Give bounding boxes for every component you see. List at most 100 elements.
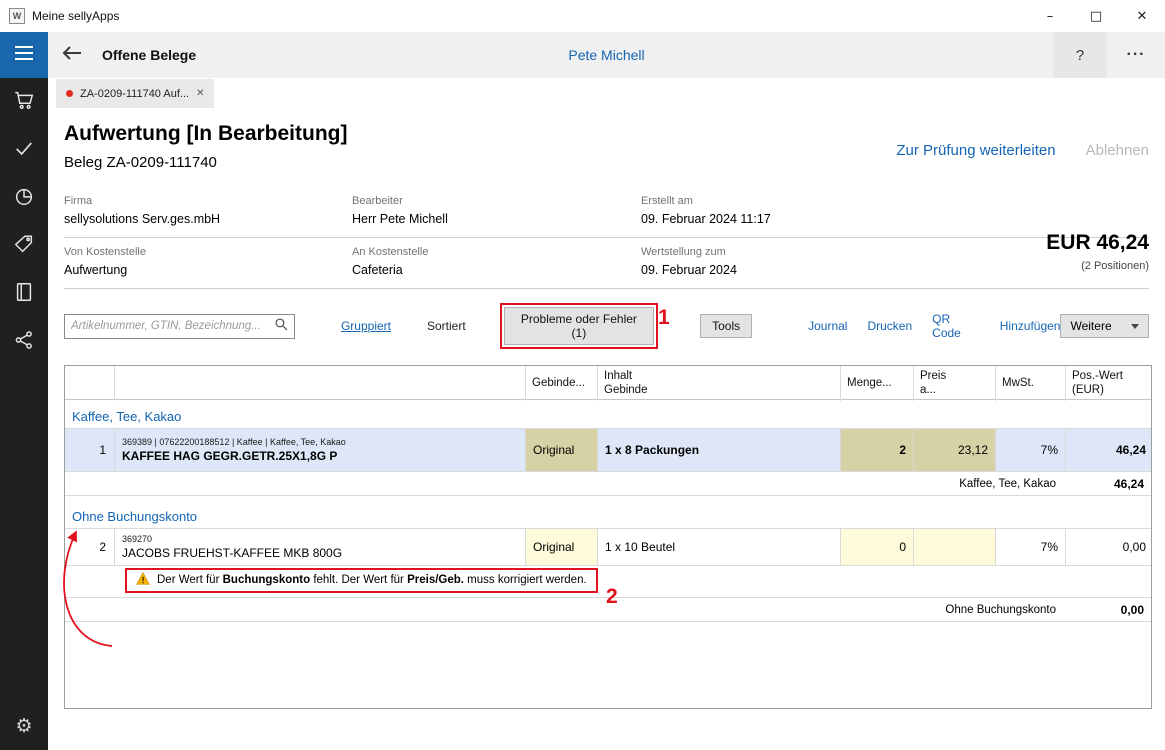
document-content: Aufwertung [In Bearbeitung] Zur Prüfung … — [48, 122, 1165, 709]
journal-link[interactable]: Journal — [808, 319, 847, 333]
user-name[interactable]: Pete Michell — [48, 47, 1165, 63]
hinzufuegen-link[interactable]: Hinzufügen — [1000, 319, 1061, 333]
header-description — [115, 366, 526, 401]
article-name: KAFFEE HAG GEGR.GETR.25X1,8G P — [122, 449, 518, 463]
book-icon — [13, 281, 35, 308]
sidebar-item-journal[interactable] — [0, 270, 48, 318]
cell-menge[interactable]: 0 — [841, 529, 914, 565]
hamburger-menu-button[interactable] — [0, 32, 48, 78]
info-row-1: Firma sellysolutions Serv.ges.mbH Bearbe… — [64, 187, 1149, 238]
field-firma: Firma sellysolutions Serv.ges.mbH — [64, 195, 352, 226]
header-number — [65, 366, 115, 401]
field-label: Von Kostenstelle — [64, 246, 352, 258]
field-label: Bearbeiter — [352, 195, 641, 207]
tab-close-icon[interactable]: ✕ — [196, 88, 204, 99]
subtotal-value: 0,00 — [1064, 603, 1151, 617]
field-value: sellysolutions Serv.ges.mbH — [64, 212, 352, 226]
annotation-box-2: Der Wert für Buchungskonto fehlt. Der We… — [125, 568, 598, 593]
sortiert-toggle[interactable]: Sortiert — [427, 319, 466, 333]
page-title: Offene Belege — [102, 47, 196, 63]
cell-pos-wert: 46,24 — [1066, 429, 1153, 471]
table-row[interactable]: 2 369270 JACOBS FRUEHST-KAFFEE MKB 800G … — [65, 529, 1151, 566]
gruppiert-link[interactable]: Gruppiert — [341, 319, 391, 333]
sidebar-item-cart[interactable] — [0, 78, 48, 126]
row-description: 369389 | 07622200188512 | Kaffee | Kaffe… — [115, 429, 526, 471]
forward-for-review-link[interactable]: Zur Prüfung weiterleiten — [896, 142, 1055, 159]
checkmark-icon — [13, 137, 35, 164]
cell-preis[interactable]: 23,12 — [914, 429, 996, 471]
weitere-label: Weitere — [1070, 319, 1111, 333]
field-von-kostenstelle: Von Kostenstelle Aufwertung — [64, 246, 352, 277]
cell-inhalt: 1 x 8 Packungen — [598, 429, 841, 471]
info-row-2: Von Kostenstelle Aufwertung An Kostenste… — [64, 238, 1149, 289]
app-header: Offene Belege Pete Michell ? ··· — [48, 32, 1165, 78]
tools-button[interactable]: Tools — [700, 314, 752, 338]
total-positions: (2 Positionen) — [1046, 260, 1149, 272]
positions-table: Gebinde... InhaltGebinde Menge... Preisa… — [64, 365, 1152, 709]
cell-gebinde[interactable]: Original — [526, 529, 598, 565]
warning-triangle-icon — [136, 572, 150, 588]
validation-warning-row: Der Wert für Buchungskonto fehlt. Der We… — [65, 566, 1151, 598]
sidebar-item-share[interactable] — [0, 318, 48, 366]
field-value: Cafeteria — [352, 263, 641, 277]
cell-menge[interactable]: 2 — [841, 429, 914, 471]
header-preis[interactable]: Preisa... — [914, 366, 996, 401]
more-options-button[interactable]: ··· — [1107, 32, 1165, 78]
weitere-dropdown[interactable]: Weitere — [1060, 314, 1149, 338]
sidebar-item-approvals[interactable] — [0, 126, 48, 174]
document-tab[interactable]: ZA-0209-111740 Auf... ✕ — [56, 79, 214, 108]
table-empty-area — [65, 622, 1151, 708]
field-value: Herr Pete Michell — [352, 212, 641, 226]
row-description: 369270 JACOBS FRUEHST-KAFFEE MKB 800G — [115, 529, 526, 565]
header-mwst[interactable]: MwSt. — [996, 366, 1066, 401]
tag-icon — [13, 233, 35, 260]
share-icon — [13, 329, 35, 356]
sidebar-item-statistics[interactable] — [0, 174, 48, 222]
header-menge[interactable]: Menge... — [841, 366, 914, 401]
sidebar-item-pricing[interactable] — [0, 222, 48, 270]
minimize-button[interactable]: – — [1027, 0, 1073, 32]
table-row[interactable]: 1 369389 | 07622200188512 | Kaffee | Kaf… — [65, 429, 1151, 472]
cell-preis[interactable] — [914, 529, 996, 565]
field-bearbeiter: Bearbeiter Herr Pete Michell — [352, 195, 641, 226]
back-arrow-icon — [62, 45, 82, 66]
field-label: Firma — [64, 195, 352, 207]
maximize-button[interactable]: □ — [1073, 0, 1119, 32]
group-header-kaffee[interactable]: Kaffee, Tee, Kakao — [65, 400, 1151, 429]
warning-text: Der Wert für Buchungskonto fehlt. Der We… — [157, 574, 587, 586]
group-subtotal-ohne-buchungskonto: Ohne Buchungskonto 0,00 — [65, 598, 1151, 622]
search-icon[interactable] — [274, 317, 288, 336]
back-button[interactable] — [48, 32, 96, 78]
probleme-oder-fehler-button[interactable]: Probleme oder Fehler (1) — [504, 307, 654, 345]
document-actions: Zur Prüfung weiterleiten Ablehnen — [896, 142, 1149, 159]
cell-pos-wert: 0,00 — [1066, 529, 1153, 565]
document-info: Firma sellysolutions Serv.ges.mbH Bearbe… — [64, 187, 1149, 289]
search-input[interactable] — [71, 320, 274, 332]
titlebar: W Meine sellyApps – □ ✕ — [0, 0, 1165, 32]
help-button[interactable]: ? — [1053, 32, 1107, 78]
window-title: Meine sellyApps — [32, 9, 119, 23]
chevron-down-icon — [1131, 324, 1139, 329]
field-label: An Kostenstelle — [352, 246, 641, 258]
field-an-kostenstelle: An Kostenstelle Cafeteria — [352, 246, 641, 277]
sidebar-item-settings[interactable]: ⚙ — [0, 702, 48, 750]
qr-code-link[interactable]: QR Code — [932, 312, 980, 340]
field-value: Aufwertung — [64, 263, 352, 277]
cell-gebinde[interactable]: Original — [526, 429, 598, 471]
cart-icon — [13, 89, 35, 116]
close-button[interactable]: ✕ — [1119, 0, 1165, 32]
header-inhalt-gebinde[interactable]: InhaltGebinde — [598, 366, 841, 401]
window-controls: – □ ✕ — [1027, 0, 1165, 32]
field-label: Erstellt am — [641, 195, 1149, 207]
article-meta: 369389 | 07622200188512 | Kaffee | Kaffe… — [122, 437, 518, 447]
header-pos-wert[interactable]: Pos.-Wert(EUR) — [1066, 366, 1153, 401]
group-header-ohne-buchungskonto[interactable]: Ohne Buchungskonto — [65, 496, 1151, 529]
settings-gear-icon: ⚙ — [15, 717, 32, 736]
drucken-link[interactable]: Drucken — [867, 319, 912, 333]
row-number: 1 — [65, 429, 115, 471]
total-amount: EUR 46,24 — [1046, 231, 1149, 255]
item-toolbar: Gruppiert Sortiert Probleme oder Fehler … — [64, 303, 1149, 349]
header-gebinde[interactable]: Gebinde... — [526, 366, 598, 401]
reject-link[interactable]: Ablehnen — [1086, 142, 1149, 159]
cell-inhalt: 1 x 10 Beutel — [598, 529, 841, 565]
